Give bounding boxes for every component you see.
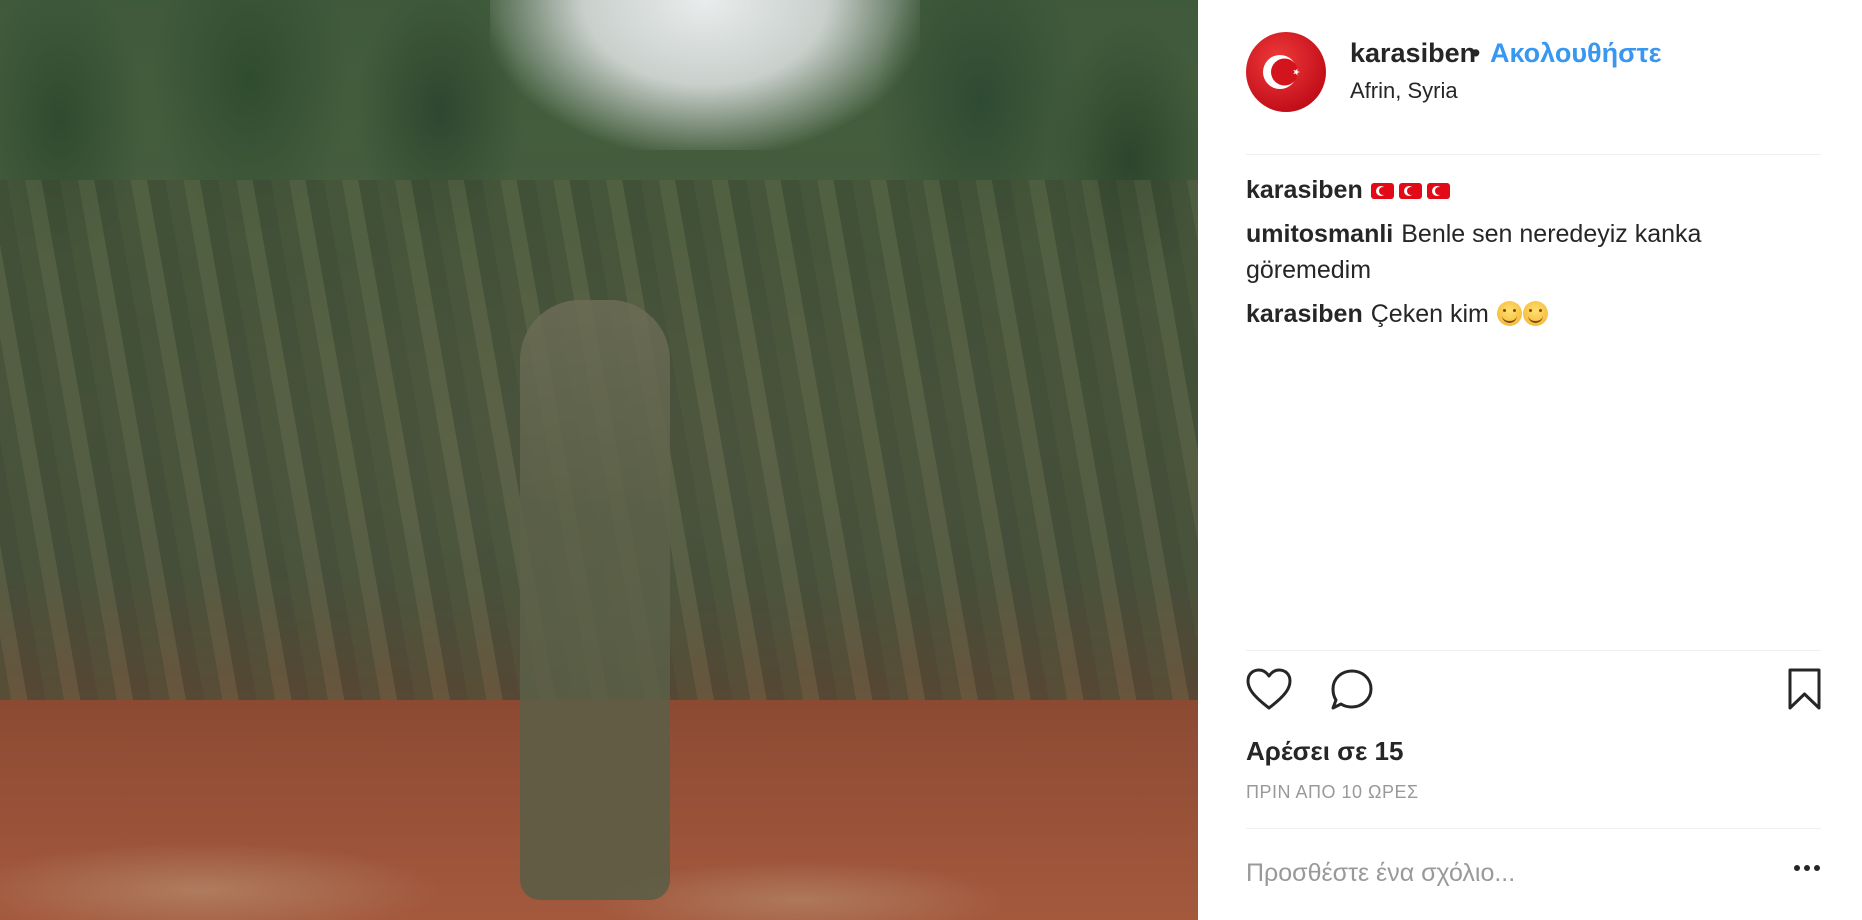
post-location[interactable]: Afrin, Syria <box>1350 78 1458 104</box>
photo-center-figure <box>520 300 670 900</box>
turkey-flag-emoji-icon <box>1370 183 1394 199</box>
turkey-flag-emoji-icon <box>1426 183 1450 199</box>
smiling-face-emoji-icon <box>1496 301 1522 326</box>
divider <box>1246 154 1821 155</box>
comment-username[interactable]: karasiben <box>1246 176 1363 204</box>
post-photo[interactable] <box>0 0 1198 920</box>
comment-icon[interactable] <box>1330 668 1374 717</box>
comment-username[interactable]: karasiben <box>1246 300 1363 328</box>
turkish-flag-icon <box>1263 55 1300 89</box>
comment-item: umitosmanli Benle sen neredeyiz kanka gör… <box>1246 216 1821 288</box>
heart-icon[interactable] <box>1246 668 1292 717</box>
more-options-icon[interactable] <box>1793 859 1821 877</box>
follow-button[interactable]: Ακολουθήστε <box>1490 38 1661 69</box>
post-timestamp: ΠΡΙΝ ΑΠΟ 10 ΩΡΕΣ <box>1246 782 1419 802</box>
likes-count[interactable]: Αρέσει σε 15 <box>1246 736 1403 767</box>
comment-text: Çeken kim <box>1370 300 1489 328</box>
comment-item: karasiben Çeken kim <box>1246 296 1821 332</box>
divider <box>1246 828 1821 829</box>
turkey-flag-emoji-icon <box>1398 183 1422 199</box>
add-comment-bar <box>1246 853 1821 897</box>
comment-item: karasiben <box>1246 172 1821 208</box>
separator-dot: • <box>1471 38 1481 68</box>
comments-list: karasiben umitosmanli Benle sen neredeyiz… <box>1246 172 1821 340</box>
post-header: karasiben • Ακολουθήστε Afrin, Syria <box>1246 32 1821 112</box>
comment-input[interactable] <box>1246 853 1766 893</box>
post-username[interactable]: karasiben <box>1350 38 1476 69</box>
smiling-face-emoji-icon <box>1522 301 1548 326</box>
bookmark-icon[interactable] <box>1788 668 1821 715</box>
divider <box>1246 650 1821 651</box>
avatar[interactable] <box>1246 32 1326 112</box>
comment-username[interactable]: umitosmanli <box>1246 220 1393 248</box>
post-side-panel: karasiben • Ακολουθήστε Afrin, Syria kar… <box>1198 0 1862 920</box>
post-actions <box>1246 668 1821 712</box>
